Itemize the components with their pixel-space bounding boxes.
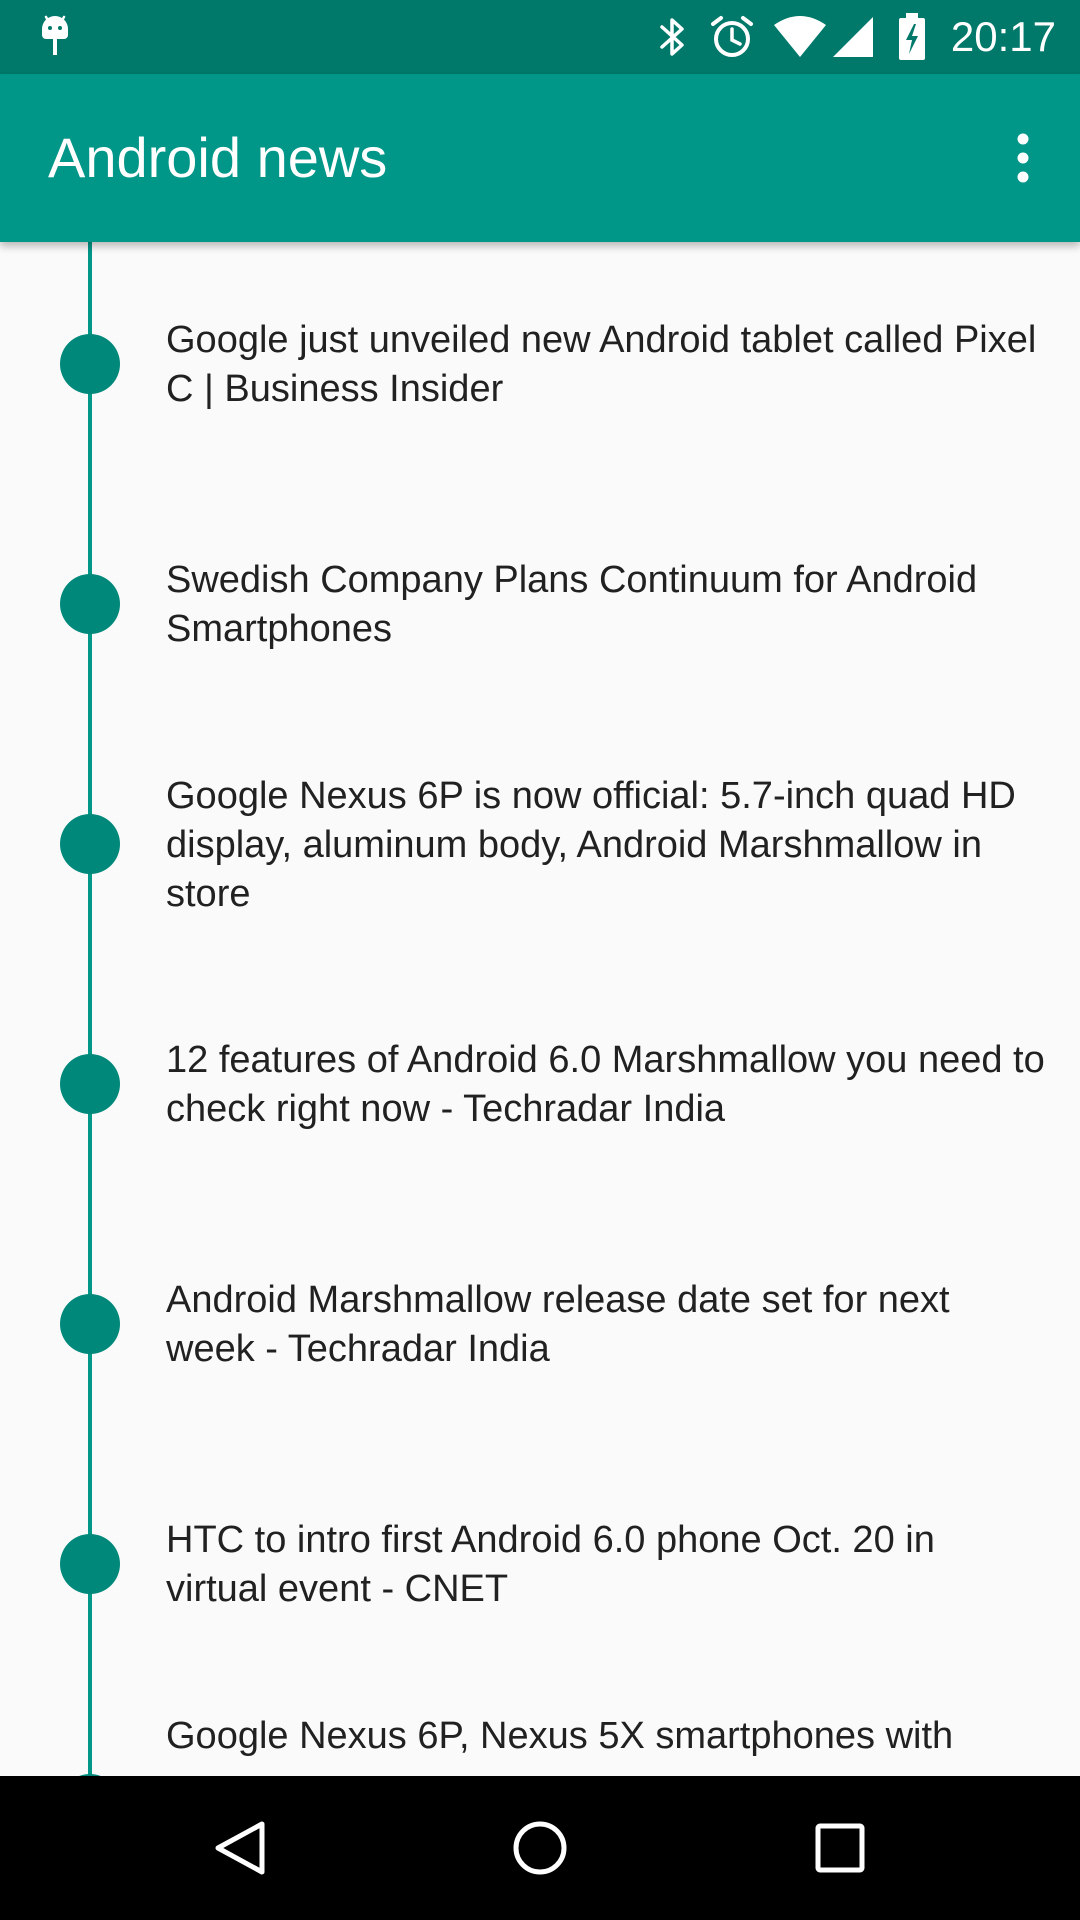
home-icon[interactable] — [490, 1800, 590, 1896]
bluetooth-icon — [650, 0, 694, 74]
news-item[interactable]: Google Nexus 6P, Nexus 5X smartphones wi… — [0, 1682, 1080, 1776]
news-title: HTC to intro first Android 6.0 phone Oct… — [166, 1519, 935, 1610]
news-item[interactable]: Google Nexus 6P is now official: 5.7-inc… — [0, 722, 1080, 962]
news-item[interactable]: HTC to intro first Android 6.0 phone Oct… — [0, 1442, 1080, 1682]
battery-charging-icon — [892, 0, 932, 74]
screen: 20:17 Android news Google just unveiled … — [0, 0, 1080, 1920]
timeline-dot — [60, 574, 120, 634]
news-title: Swedish Company Plans Continuum for Andr… — [166, 559, 978, 650]
more-vert-icon[interactable] — [990, 114, 1056, 202]
news-item[interactable]: Android Marshmallow release date set for… — [0, 1202, 1080, 1442]
news-item[interactable]: Swedish Company Plans Continuum for Andr… — [0, 482, 1080, 722]
status-bar: 20:17 — [0, 0, 1080, 74]
news-title: Android Marshmallow release date set for… — [166, 1279, 950, 1370]
timeline-dot — [60, 1534, 120, 1594]
alarm-icon — [706, 0, 758, 74]
back-icon[interactable] — [190, 1800, 290, 1896]
android-debug-icon — [30, 0, 80, 74]
app-bar: Android news — [0, 74, 1080, 242]
recents-icon[interactable] — [790, 1800, 890, 1896]
status-time: 20:17 — [950, 13, 1056, 60]
news-title: 12 features of Android 6.0 Marshmallow y… — [166, 1039, 1045, 1130]
timeline-dot — [60, 814, 120, 874]
news-title: Google Nexus 6P, Nexus 5X smartphones wi… — [166, 1715, 954, 1757]
cell-signal-icon — [830, 0, 876, 74]
navigation-bar — [0, 1776, 1080, 1920]
news-list: Google just unveiled new Android tablet … — [0, 242, 1080, 1776]
news-title: Google Nexus 6P is now official: 5.7-inc… — [166, 775, 1016, 915]
timeline-dot — [60, 1054, 120, 1114]
news-title: Google just unveiled new Android tablet … — [166, 319, 1037, 410]
timeline-dot — [60, 1294, 120, 1354]
news-item[interactable]: 12 features of Android 6.0 Marshmallow y… — [0, 962, 1080, 1202]
news-item[interactable]: Google just unveiled new Android tablet … — [0, 242, 1080, 482]
timeline-dot — [60, 334, 120, 394]
app-title: Android news — [48, 126, 388, 189]
wifi-icon — [772, 0, 828, 74]
